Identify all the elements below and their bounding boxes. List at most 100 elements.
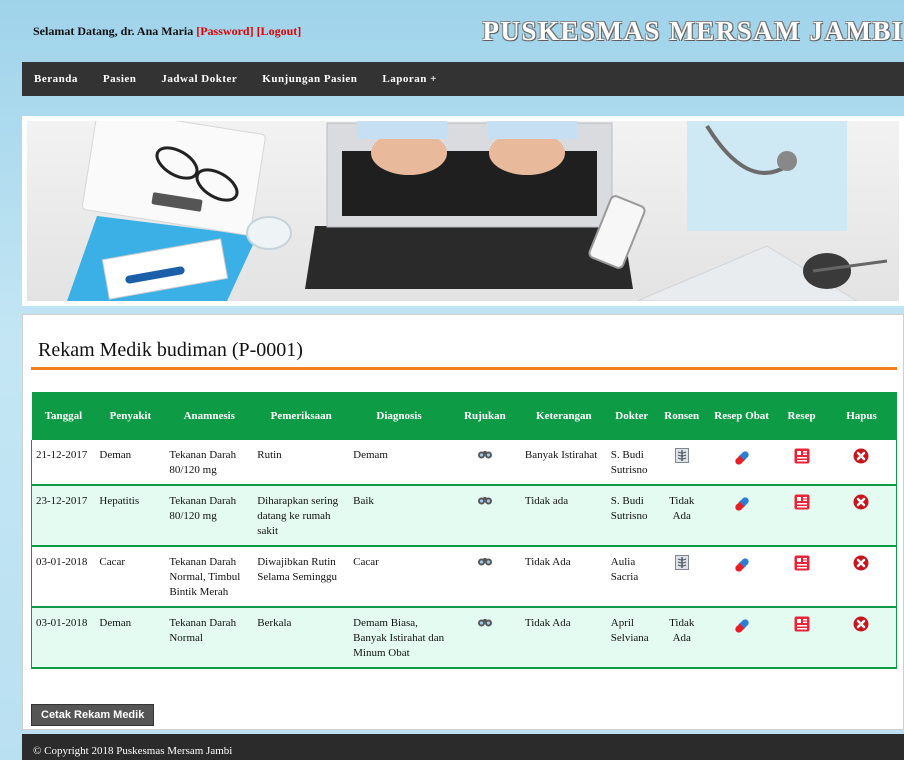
cell-pemeriksaan: Diharapkan sering datang ke rumah sakit	[253, 485, 350, 547]
cell-keterangan: Tidak ada	[520, 485, 607, 547]
prescription-icon[interactable]	[794, 494, 810, 515]
header: Selamat Datang, dr. Ana Maria [Password]…	[22, 0, 904, 62]
col-resep-obat: Resep Obat	[706, 392, 777, 440]
banner-image	[27, 121, 899, 301]
binoculars-icon[interactable]	[477, 555, 493, 572]
table-row: 03-01-2018 Cacar Tekanan Darah Normal, Tim…	[31, 546, 897, 608]
col-dokter: Dokter	[606, 392, 657, 440]
col-keterangan: Keterangan	[520, 392, 607, 440]
print-medical-record-button[interactable]: Cetak Rekam Medik	[31, 704, 155, 726]
pill-capsule-icon[interactable]	[732, 448, 752, 473]
cell-keterangan: Banyak Istirahat	[520, 440, 607, 486]
cell-keterangan: Tidak Ada	[520, 607, 607, 669]
cell-ronsen: Tidak Ada	[656, 485, 707, 547]
nav-item-pasien[interactable]: Pasien	[103, 73, 137, 85]
cell-rujukan	[448, 546, 521, 608]
medical-records-table: Tanggal Penyakit Anamnesis Pemeriksaan D…	[31, 392, 897, 669]
col-diagnosis: Diagnosis	[349, 392, 449, 440]
cell-hapus	[826, 607, 897, 669]
table-row: 03-01-2018 Deman Tekanan Darah Normal Berka…	[31, 607, 897, 669]
cell-resep-obat	[706, 607, 777, 669]
cell-tanggal: 21-12-2017	[31, 440, 96, 486]
delete-x-icon[interactable]	[853, 494, 869, 515]
cell-ronsen	[656, 546, 707, 608]
cell-keterangan: Tidak Ada	[520, 546, 607, 608]
cell-anamnesis: Tekanan Darah Normal, Timbul Bintik Mera…	[165, 546, 254, 608]
cell-dokter: S. Budi Sutrisno	[606, 440, 657, 486]
site-title: PUSKESMAS MERSAM JAMBI	[482, 16, 904, 46]
footer: © Copyright 2018 Puskesmas Mersam Jambi	[22, 734, 904, 760]
cell-anamnesis: Tekanan Darah 80/120 mg	[165, 485, 254, 547]
col-anamnesis: Anamnesis	[165, 392, 254, 440]
pill-capsule-icon[interactable]	[732, 555, 752, 580]
cell-resep-obat	[706, 440, 777, 486]
cell-hapus	[826, 485, 897, 547]
prescription-icon[interactable]	[794, 448, 810, 469]
logout-link[interactable]: [Logout]	[257, 24, 302, 38]
binoculars-icon[interactable]	[477, 494, 493, 511]
cell-tanggal: 03-01-2018	[31, 607, 96, 669]
cell-dokter: April Selviana	[606, 607, 657, 669]
main-content: Rekam Medik budiman (P-0001) Tanggal Pen…	[22, 314, 904, 730]
prescription-icon[interactable]	[794, 616, 810, 637]
cell-diagnosis: Baik	[349, 485, 449, 547]
cell-rujukan	[448, 440, 521, 486]
delete-x-icon[interactable]	[853, 555, 869, 576]
delete-x-icon[interactable]	[853, 616, 869, 637]
banner	[22, 116, 904, 306]
cell-ronsen	[656, 440, 707, 486]
cell-ronsen: Tidak Ada	[656, 607, 707, 669]
cell-diagnosis: Cacar	[349, 546, 449, 608]
cell-penyakit: Hepatitis	[95, 485, 166, 547]
cell-penyakit: Deman	[95, 607, 166, 669]
cell-hapus	[826, 546, 897, 608]
delete-x-icon[interactable]	[853, 448, 869, 469]
pill-capsule-icon[interactable]	[732, 494, 752, 519]
welcome-text: Selamat Datang, dr. Ana Maria [Password]…	[33, 24, 301, 39]
cell-diagnosis: Demam Biasa, Banyak Istirahat dan Minum …	[349, 607, 449, 669]
cell-dokter: Aulia Sacria	[606, 546, 657, 608]
cell-pemeriksaan: Diwajibkan Rutin Selama Seminggu	[253, 546, 350, 608]
main-nav: Beranda Pasien Jadwal Dokter Kunjungan P…	[22, 62, 904, 96]
pill-capsule-icon[interactable]	[732, 616, 752, 641]
cell-pemeriksaan: Berkala	[253, 607, 350, 669]
nav-item-jadwal-dokter[interactable]: Jadwal Dokter	[161, 73, 237, 85]
table-header-row: Tanggal Penyakit Anamnesis Pemeriksaan D…	[31, 392, 897, 440]
cell-resep-obat	[706, 485, 777, 547]
binoculars-icon[interactable]	[477, 616, 493, 633]
cell-dokter: S. Budi Sutrisno	[606, 485, 657, 547]
cell-anamnesis: Tekanan Darah Normal	[165, 607, 254, 669]
table-row: 21-12-2017 Deman Tekanan Darah 80/120 mg Ru…	[31, 440, 897, 486]
banner-illustration	[67, 121, 888, 301]
binoculars-icon[interactable]	[477, 448, 493, 465]
password-link[interactable]: [Password]	[196, 24, 253, 38]
cell-rujukan	[448, 485, 521, 547]
cell-anamnesis: Tekanan Darah 80/120 mg	[165, 440, 254, 486]
heading-divider	[31, 367, 897, 370]
cell-pemeriksaan: Rutin	[253, 440, 350, 486]
cell-resep-obat	[706, 546, 777, 608]
xray-image-icon[interactable]	[674, 448, 689, 468]
col-resep: Resep	[776, 392, 827, 440]
table-row: 23-12-2017 Hepatitis Tekanan Darah 80/120 …	[31, 485, 897, 547]
cell-tanggal: 23-12-2017	[31, 485, 96, 547]
col-tanggal: Tanggal	[31, 392, 96, 440]
xray-image-icon[interactable]	[674, 555, 689, 575]
nav-item-kunjungan-pasien[interactable]: Kunjungan Pasien	[262, 73, 357, 85]
cell-penyakit: Deman	[95, 440, 166, 486]
cell-rujukan	[448, 607, 521, 669]
copyright-text: © Copyright 2018 Puskesmas Mersam Jambi	[33, 745, 233, 757]
nav-item-laporan[interactable]: Laporan +	[382, 73, 436, 85]
cell-hapus	[826, 440, 897, 486]
prescription-icon[interactable]	[794, 555, 810, 576]
col-pemeriksaan: Pemeriksaan	[253, 392, 350, 440]
col-ronsen: Ronsen	[656, 392, 707, 440]
welcome-label: Selamat Datang, dr. Ana Maria	[33, 24, 194, 38]
cell-penyakit: Cacar	[95, 546, 166, 608]
cell-diagnosis: Demam	[349, 440, 449, 486]
cell-resep	[776, 607, 827, 669]
cell-resep	[776, 485, 827, 547]
nav-item-beranda[interactable]: Beranda	[34, 73, 78, 85]
col-rujukan: Rujukan	[448, 392, 521, 440]
cell-resep	[776, 440, 827, 486]
